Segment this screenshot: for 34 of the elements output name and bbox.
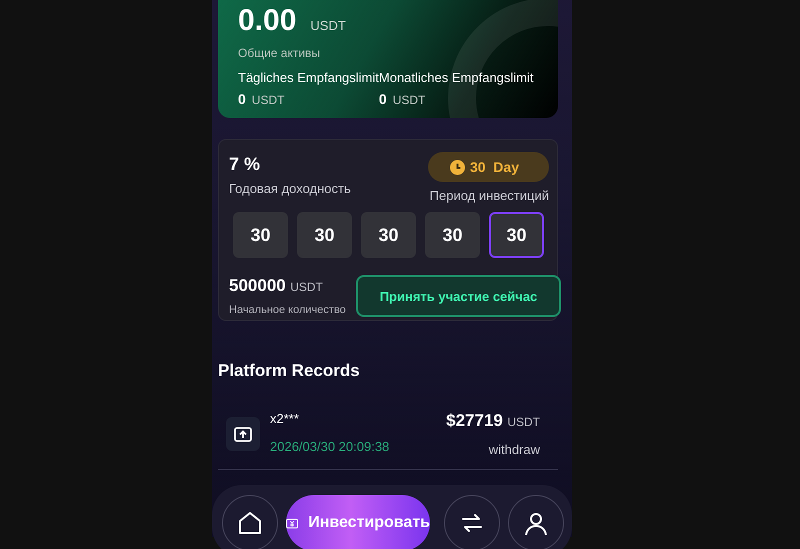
swap-icon[interactable] (444, 495, 500, 549)
annual-rate: 7 % (229, 154, 262, 175)
period-option[interactable]: 30 (233, 212, 288, 258)
profile-icon[interactable] (508, 495, 564, 549)
limit-value: 0 (238, 91, 246, 107)
period-option[interactable]: 30 (425, 212, 480, 258)
limit-unit: USDT (392, 93, 426, 107)
record-time: 2026/03/30 20:09:38 (270, 439, 390, 454)
period-option[interactable]: 30 (297, 212, 352, 258)
balance-unit: USDT (310, 18, 346, 33)
record-amount: $27719 (446, 411, 503, 430)
period-label: Период инвестиций (428, 188, 549, 203)
home-icon[interactable] (222, 495, 278, 549)
initial-amount-label: Начальное количество (229, 304, 346, 316)
limit-value: 0 (378, 91, 387, 107)
period-option[interactable]: 30 (489, 212, 544, 258)
period-badge: 30 Day (428, 152, 549, 182)
record-user: x2*** (270, 411, 300, 426)
invest-button[interactable]: Инвестировать (286, 495, 430, 549)
join-now-button[interactable]: Принять участие сейчас (356, 275, 561, 317)
annual-rate-label: Годовая доходность (229, 181, 351, 196)
amount-unit: USDT (290, 280, 323, 294)
limit-unit: USDT (252, 93, 284, 107)
record-type: withdraw (488, 442, 540, 457)
withdraw-icon (226, 417, 260, 451)
initial-amount: 500000 (229, 276, 286, 295)
period-option[interactable]: 30 (361, 212, 416, 258)
balance-amount: 0.00 (238, 4, 296, 38)
section-title: Platform Records (218, 361, 361, 381)
limit-label: Tägliches Empfangslimit (238, 70, 379, 85)
record-unit: USDT (507, 415, 540, 429)
balance-label: Общие активы (238, 46, 322, 60)
limit-label: Monatliches Empfangslimit (378, 70, 535, 85)
clock-icon (450, 160, 465, 174)
